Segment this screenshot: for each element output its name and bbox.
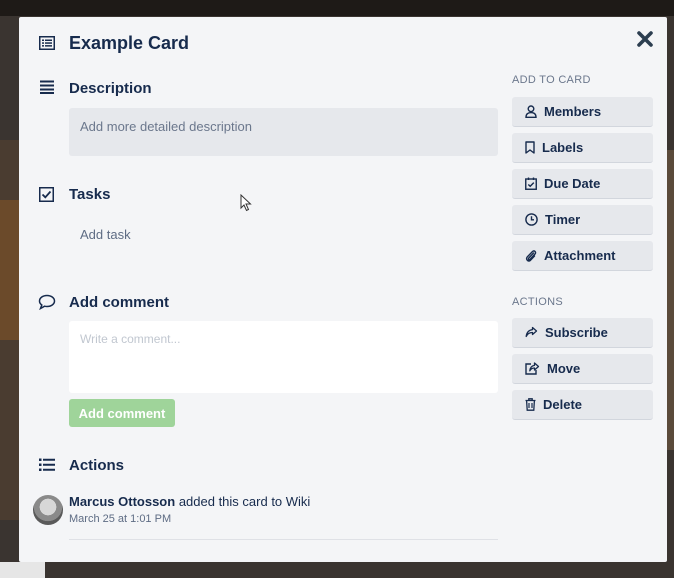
- close-icon[interactable]: [635, 29, 655, 49]
- description-icon: [40, 80, 54, 94]
- activity-user[interactable]: Marcus Ottosson: [69, 494, 175, 509]
- share-icon: [525, 326, 538, 338]
- bookmark-icon: [525, 141, 535, 154]
- actions-log-title: Actions: [69, 457, 125, 474]
- backdrop-right: [666, 150, 674, 450]
- delete-label: Delete: [543, 397, 583, 412]
- add-comment-button[interactable]: Add comment: [69, 399, 175, 427]
- backdrop-bottom-tab: [0, 562, 45, 578]
- description-title: Description: [69, 80, 152, 97]
- subscribe-button[interactable]: Subscribe: [512, 318, 653, 348]
- move-label: Move: [547, 361, 581, 376]
- timer-button[interactable]: Timer: [512, 205, 653, 235]
- actions-heading: ACTIONS: [512, 296, 563, 308]
- card-title[interactable]: Example Card: [69, 33, 189, 54]
- description-editor[interactable]: Add more detailed description: [69, 108, 498, 156]
- activity-description: added this card to Wiki: [178, 494, 311, 509]
- due-date-button[interactable]: Due Date: [512, 169, 653, 199]
- add-comment-title: Add comment: [69, 294, 170, 311]
- card-modal: Example Card Description Add more detail…: [19, 17, 667, 562]
- paperclip-icon: [525, 249, 537, 262]
- move-icon: [525, 362, 540, 375]
- attachment-button[interactable]: Attachment: [512, 241, 653, 271]
- avatar[interactable]: [33, 495, 63, 525]
- add-to-card-heading: ADD TO CARD: [512, 74, 591, 86]
- clock-icon: [525, 213, 538, 226]
- attachment-label: Attachment: [544, 248, 616, 263]
- members-label: Members: [544, 104, 602, 119]
- members-button[interactable]: Members: [512, 97, 653, 127]
- backdrop-top: [0, 0, 674, 16]
- due-date-label: Due Date: [544, 176, 601, 191]
- activity-timestamp[interactable]: March 25 at 1:01 PM: [69, 513, 171, 525]
- comment-input[interactable]: Write a comment...: [69, 321, 498, 393]
- timer-label: Timer: [545, 212, 581, 227]
- card-icon: [39, 36, 55, 50]
- comment-icon: [38, 294, 56, 310]
- backdrop-left-image: [0, 200, 20, 340]
- trash-icon: [525, 398, 536, 411]
- checkbox-icon: [39, 187, 54, 202]
- labels-button[interactable]: Labels: [512, 133, 653, 163]
- delete-button[interactable]: Delete: [512, 390, 653, 420]
- move-button[interactable]: Move: [512, 354, 653, 384]
- subscribe-label: Subscribe: [545, 325, 608, 340]
- tasks-title: Tasks: [69, 186, 111, 203]
- activity-entry: Marcus Ottosson added this card to Wiki: [69, 494, 310, 509]
- labels-label: Labels: [542, 140, 584, 155]
- add-task-link[interactable]: Add task: [80, 227, 131, 242]
- list-icon: [39, 458, 55, 471]
- mouse-cursor-icon: [240, 194, 252, 212]
- person-icon: [525, 105, 537, 118]
- divider: [69, 539, 498, 540]
- calendar-icon: [525, 177, 537, 190]
